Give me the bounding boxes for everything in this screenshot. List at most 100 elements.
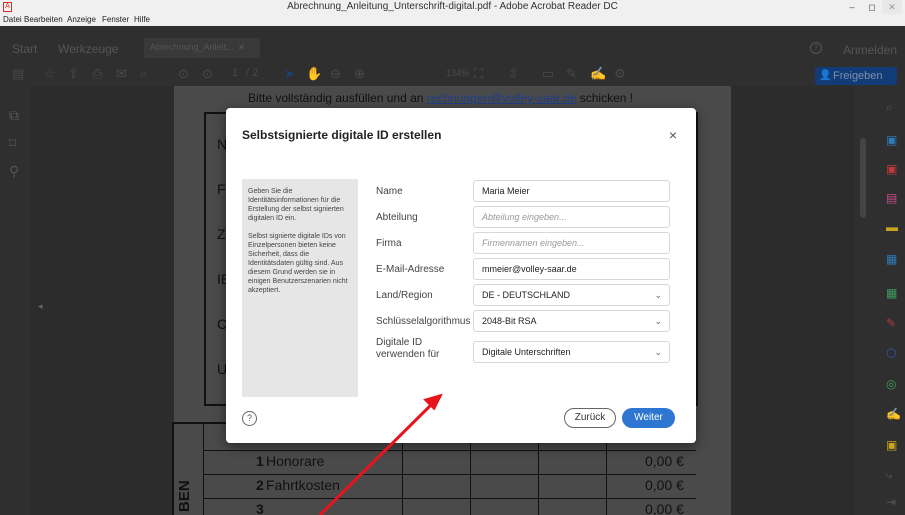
help-icon[interactable]: ? — [242, 411, 257, 426]
company-field[interactable]: Firmennamen eingeben... — [473, 232, 670, 254]
share-link-icon[interactable]: ⚙ — [614, 66, 626, 82]
page-thumbnails-icon[interactable]: ⧉ — [9, 107, 19, 124]
menu-datei[interactable]: Datei — [3, 14, 22, 26]
tab-start[interactable]: Start — [12, 42, 37, 56]
highlight-pen-icon[interactable]: ✎ — [566, 66, 577, 82]
algorithm-value: 2048-Bit RSA — [482, 316, 537, 326]
page-up-icon[interactable]: ⊙ — [178, 66, 189, 82]
select-cursor-icon[interactable]: ➤ — [284, 66, 295, 82]
table-row-label: Honorare — [266, 453, 325, 469]
table-row-line — [203, 450, 696, 451]
fit-page-icon[interactable]: ⛶ — [474, 66, 483, 82]
pdf-instruction-prefix: Bitte vollständig ausfüllen und an — [248, 91, 427, 105]
dialog-close-icon[interactable]: × — [666, 128, 680, 142]
page-current[interactable]: 1 — [232, 67, 238, 79]
search-icon[interactable]: ⌕ — [140, 66, 147, 82]
info-text: Geben Sie die Identitätsinformationen fü… — [248, 188, 344, 222]
attachments-icon[interactable]: ⚲ — [9, 163, 19, 180]
signin-link[interactable]: Anmelden — [843, 43, 897, 57]
vertical-scrollbar[interactable] — [860, 138, 866, 218]
pdf-box-letter: Z — [217, 226, 226, 242]
chevron-down-icon: ⌄ — [654, 347, 662, 357]
create-pdf-icon[interactable]: ▣ — [886, 162, 897, 176]
name-label: Name — [376, 186, 403, 197]
minimize-button[interactable]: – — [842, 0, 862, 14]
edit-pdf-icon[interactable]: ▤ — [886, 191, 897, 205]
table-row-line — [203, 474, 696, 475]
print-icon[interactable]: ⎙ — [92, 66, 102, 82]
certificates-icon[interactable]: ✍ — [886, 407, 901, 421]
zoom-in-icon[interactable]: ⊕ — [354, 66, 365, 82]
tab-document-close-icon[interactable]: × — [238, 40, 245, 54]
window-title: Abrechnung_Anleitung_Unterschrift-digita… — [287, 1, 618, 12]
protect-icon[interactable]: ⬡ — [886, 346, 896, 360]
zoom-out-icon[interactable]: ⊖ — [330, 66, 341, 82]
bookmarks-icon[interactable]: ⌑ — [9, 135, 16, 152]
table-row-value[interactable]: 0,00 € — [645, 501, 684, 515]
share-label: Freigeben — [833, 70, 883, 82]
add-user-icon: 👤 — [819, 70, 832, 81]
maximize-button[interactable]: ◻ — [862, 0, 882, 14]
upload-icon[interactable]: ⇪ — [68, 66, 79, 82]
table-row-number: 1 — [256, 453, 264, 469]
create-digital-id-dialog: Selbstsignierte digitale ID erstellen × … — [226, 108, 696, 443]
table-row-number: 3 — [256, 501, 264, 515]
table-row-value[interactable]: 0,00 € — [645, 453, 684, 469]
email-icon[interactable]: ✉ — [116, 66, 127, 82]
collapse-rail-icon[interactable]: ⇥ — [886, 495, 896, 509]
page-down-icon[interactable]: ⊙ — [202, 66, 213, 82]
pdf-box-letter: F — [217, 181, 226, 197]
country-value: DE - DEUTSCHLAND — [482, 290, 571, 300]
next-button[interactable]: Weiter — [622, 408, 675, 428]
search-panel-icon[interactable]: ⌕ — [886, 100, 893, 115]
bookmark-star-icon[interactable]: ☆ — [44, 66, 56, 82]
usage-value: Digitale Unterschriften — [482, 347, 571, 357]
algorithm-label: Schlüsselalgorithmus — [376, 316, 471, 327]
pdf-email-link[interactable]: rechnungen@volley-saar.de — [427, 91, 577, 105]
organize-pages-icon[interactable]: ▦ — [886, 286, 897, 300]
table-row-label: Fahrtkosten — [266, 477, 340, 493]
comment-tool-icon[interactable]: ▬ — [886, 220, 898, 234]
tab-document[interactable]: Abrechnung_Anleit... × — [144, 38, 260, 58]
usage-label: Digitale ID verwenden für — [376, 337, 440, 360]
name-field[interactable]: Maria Meier — [473, 180, 670, 202]
title-bar: A Abrechnung_Anleitung_Unterschrift-digi… — [0, 0, 905, 14]
email-field[interactable]: mmeier@volley-saar.de — [473, 258, 670, 280]
combine-files-icon[interactable]: ▦ — [886, 252, 897, 266]
menu-fenster[interactable]: Fenster — [102, 14, 129, 26]
pdf-side-label-text: BEN — [176, 480, 193, 512]
menu-hilfe[interactable]: Hilfe — [134, 14, 150, 26]
send-track-icon[interactable]: ▣ — [886, 438, 897, 452]
more-tools-icon[interactable]: ⤷ — [886, 468, 893, 483]
menu-bearbeiten[interactable]: Bearbeiten — [24, 14, 63, 26]
zoom-level[interactable]: 134% — [446, 68, 469, 78]
algorithm-select[interactable]: 2048-Bit RSA ⌄ — [473, 310, 670, 332]
chevron-down-icon: ⌄ — [654, 316, 662, 326]
tab-tools[interactable]: Werkzeuge — [58, 42, 118, 56]
create-icon[interactable]: ▤ — [12, 66, 24, 82]
help-icon[interactable]: ? — [810, 42, 822, 54]
country-select[interactable]: DE - DEUTSCHLAND ⌄ — [473, 284, 670, 306]
usage-select[interactable]: Digitale Unterschriften ⌄ — [473, 341, 670, 363]
page-total: / 2 — [246, 67, 259, 79]
dialog-title: Selbstsignierte digitale ID erstellen — [242, 128, 442, 142]
close-window-button[interactable]: ✕ — [882, 0, 902, 14]
fill-sign-icon[interactable]: ✎ — [886, 316, 896, 330]
optimize-icon[interactable]: ◎ — [886, 377, 896, 391]
export-pdf-icon[interactable]: ▣ — [886, 133, 897, 147]
info-box: Geben Sie die Identitätsinformationen fü… — [242, 179, 358, 397]
department-field[interactable]: Abteilung eingeben... — [473, 206, 670, 228]
pdf-instruction: Bitte vollständig ausfüllen und an rechn… — [248, 91, 633, 105]
pdf-instruction-suffix: schicken ! — [576, 91, 634, 105]
menu-anzeige[interactable]: Anzeige — [67, 14, 96, 26]
table-divider — [203, 422, 204, 515]
sign-icon[interactable]: ✍ — [590, 66, 606, 82]
collapse-left-icon[interactable]: ◂ — [38, 301, 43, 312]
hand-tool-icon[interactable]: ✋ — [306, 66, 322, 82]
table-row-number: 2 — [256, 477, 264, 493]
back-button[interactable]: Zurück — [564, 408, 616, 428]
table-row-value[interactable]: 0,00 € — [645, 477, 684, 493]
comment-icon[interactable]: ▭ — [542, 66, 554, 82]
share-button[interactable]: 👤 Freigeben — [815, 67, 897, 85]
scroll-mode-icon[interactable]: ⇳ — [508, 66, 519, 82]
